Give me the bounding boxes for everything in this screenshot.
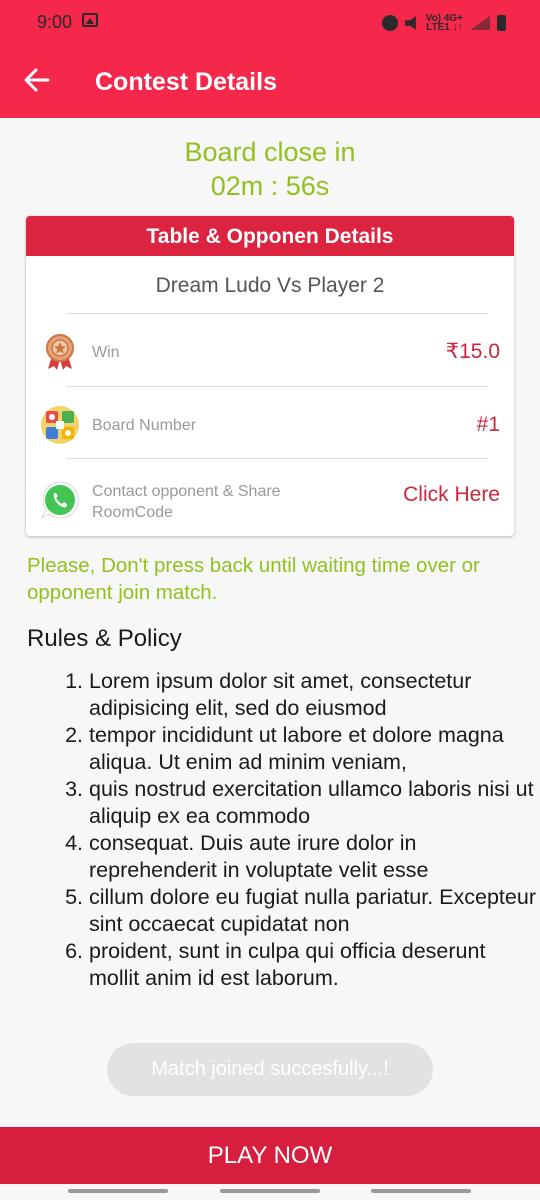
whatsapp-icon[interactable] <box>40 480 80 520</box>
ludo-board-icon <box>41 406 79 444</box>
match-title: Dream Ludo Vs Player 2 <box>155 274 385 297</box>
board-close-label: Board close in <box>184 137 356 167</box>
status-time: 9:00 <box>37 12 73 32</box>
nav-hint-left <box>68 1189 168 1193</box>
app-bar: Contest Details <box>0 44 540 118</box>
contest-details-card: Table & Opponen Details Dream Ludo Vs Pl… <box>26 216 514 536</box>
nav-hint-right <box>371 1189 471 1193</box>
click-here-link[interactable]: Click Here <box>403 483 500 507</box>
rule-item: tempor incididunt ut labore et dolore ma… <box>89 722 540 776</box>
medal-icon <box>46 334 74 370</box>
win-amount: ₹15.0 <box>445 340 500 363</box>
divider <box>66 458 488 459</box>
network-label-2: LTE1 ↓↑ <box>426 22 463 33</box>
battery-icon <box>497 15 506 31</box>
contact-opponent-label: Contact opponent & Share RoomCode <box>92 483 281 521</box>
status-icons: Vo) 4G+ LTE1 ↓↑ <box>381 14 506 33</box>
countdown-timer: 02m : 56s <box>210 171 330 201</box>
divider <box>66 386 488 387</box>
rule-item: quis nostrud exercitation ullamco labori… <box>89 776 540 830</box>
board-number-label: Board Number <box>92 417 197 434</box>
alarm-icon <box>381 15 398 31</box>
signal-icon <box>470 16 490 30</box>
rules-list: Lorem ipsum dolor sit amet, consectetur … <box>0 668 540 992</box>
back-arrow-icon[interactable] <box>24 67 50 93</box>
play-now-button[interactable]: PLAY NOW <box>0 1127 540 1184</box>
rule-item: cillum dolore eu fugiat nulla pariatur. … <box>89 884 540 938</box>
nav-hint-center <box>220 1189 320 1193</box>
rule-item: Lorem ipsum dolor sit amet, consectetur … <box>89 668 540 722</box>
page-title: Contest Details <box>95 68 277 96</box>
divider <box>66 313 488 314</box>
gallery-icon <box>82 13 98 27</box>
card-header: Table & Opponen Details <box>26 216 514 256</box>
toast-message: Match joined succesfully...! <box>107 1043 433 1096</box>
mute-icon <box>404 16 416 30</box>
status-bar: 9:00 Vo) 4G+ LTE1 ↓↑ <box>0 0 540 44</box>
rule-item: proident, sunt in culpa qui officia dese… <box>89 938 540 992</box>
network-type-label: Vo) 4G+ LTE1 ↓↑ <box>426 14 463 33</box>
rules-title: Rules & Policy <box>27 625 182 652</box>
win-label: Win <box>92 344 120 361</box>
board-number-value: #1 <box>476 413 500 436</box>
back-warning-text: Please, Don't press back until waiting t… <box>27 554 480 604</box>
rule-item: consequat. Duis aute irure dolor in repr… <box>89 830 540 884</box>
